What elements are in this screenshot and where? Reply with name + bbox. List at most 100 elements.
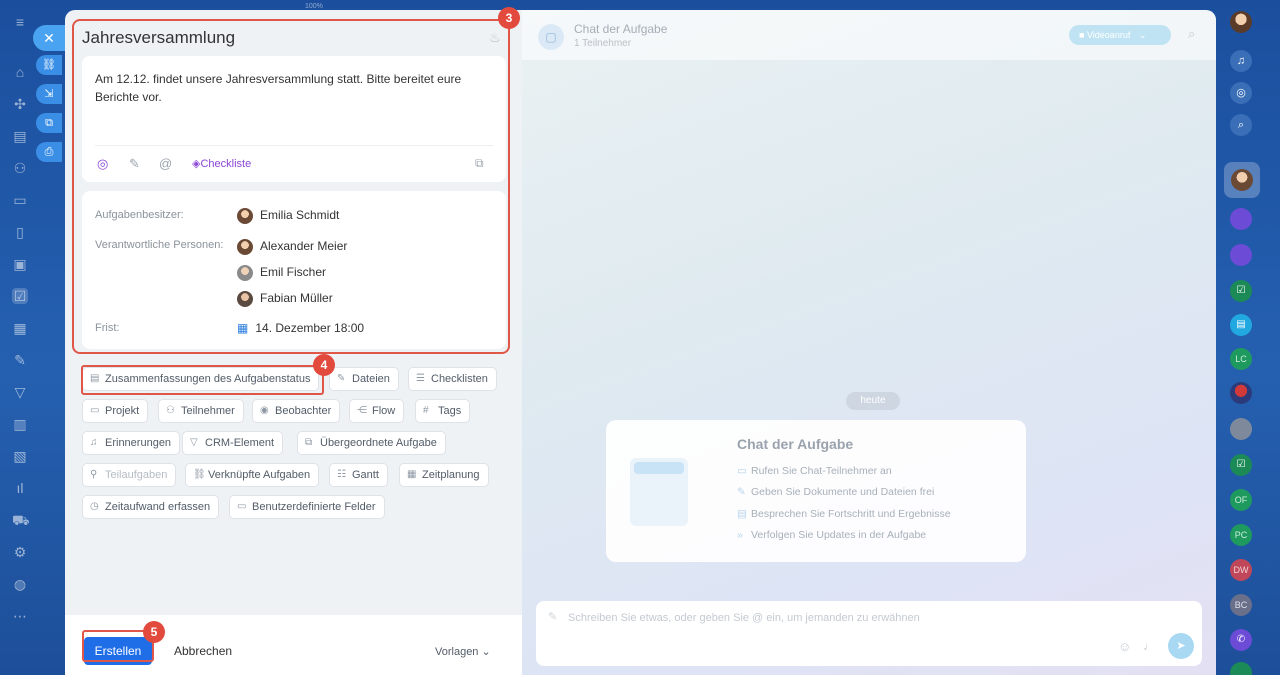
chip-reminders[interactable]: ♫ Erinnerungen — [82, 431, 181, 455]
chat-task-avatar[interactable]: ☑ — [1230, 280, 1252, 302]
info-item: ✎ Geben Sie Dokumente und Dateien frei — [737, 486, 934, 498]
chat-copilot-avatar[interactable] — [1230, 244, 1252, 266]
chip-files[interactable]: ✎ Dateien — [329, 367, 399, 391]
filter-icon[interactable]: ▽ — [12, 384, 28, 400]
message-composer: ✎ Schreiben Sie etwas, oder geben Sie @ … — [536, 601, 1202, 666]
parent-task-icon: ⧉ — [305, 437, 313, 448]
eye-icon: ◉ — [260, 405, 269, 416]
chat-of-avatar[interactable]: OF — [1230, 489, 1252, 511]
external-link-icon: ⧉ — [45, 117, 53, 129]
cart-icon[interactable]: ⛟ — [12, 512, 30, 528]
video-call-button[interactable]: ■ Videoanruf ⌄ — [1069, 25, 1171, 45]
chat-copilot-avatar[interactable] — [1230, 208, 1252, 230]
chat-info-title: Chat der Aufgabe — [737, 436, 854, 452]
print-icon: ⎙ — [44, 146, 54, 158]
chip-time-tracking[interactable]: ◷ Zeitaufwand erfassen — [82, 495, 220, 519]
message-input[interactable]: Schreiben Sie etwas, oder geben Sie @ ei… — [568, 612, 920, 624]
inbox-icon[interactable]: ▭ — [12, 192, 28, 208]
file-icon[interactable]: ▯ — [12, 224, 28, 240]
chip-gantt[interactable]: ☷ Gantt — [329, 463, 388, 487]
menu-icon[interactable]: ≡ — [12, 14, 28, 30]
chat-task-avatar[interactable]: ☑ — [1230, 454, 1252, 476]
chip-scheduling[interactable]: ▦ Zeitplanung — [399, 463, 489, 487]
pen-icon[interactable]: ✎ — [12, 352, 28, 368]
minimize-button[interactable]: ⇲ — [36, 84, 62, 104]
chip-observers[interactable]: ◉ Beobachter — [252, 399, 341, 423]
step-badge: 4 — [313, 354, 335, 376]
copilot-icon[interactable]: ◎ — [1230, 82, 1252, 104]
attach-icon[interactable]: ✎ — [548, 610, 557, 623]
settings-icon[interactable]: ⚙ — [12, 544, 28, 560]
emoji-icon[interactable]: ☺ — [1118, 639, 1131, 654]
document-icon[interactable]: ▤ — [12, 128, 28, 144]
home-icon[interactable]: ⌂ — [12, 64, 28, 80]
crm-icon: ▽ — [190, 437, 198, 448]
chip-label: Projekt — [105, 405, 140, 417]
chat-dw-avatar[interactable]: DW — [1230, 559, 1252, 581]
flow-icon: ⋲ — [357, 405, 367, 416]
calendar-icon[interactable]: ▦ — [12, 320, 28, 336]
tasks-icon[interactable]: ☑ — [12, 288, 28, 304]
video-call-label: Videoanruf — [1086, 30, 1131, 40]
current-chat-avatar[interactable] — [1224, 162, 1260, 198]
info-item: ▭ Rufen Sie Chat-Teilnehmer an — [737, 465, 892, 477]
chat-pc-avatar[interactable]: PC — [1230, 524, 1252, 546]
templates-dropdown[interactable]: Vorlagen ⌄ — [435, 645, 491, 658]
phone-icon[interactable]: ✆ — [1230, 629, 1252, 651]
folder-icon: ▭ — [90, 405, 100, 416]
chip-linked-tasks[interactable]: ⛓ Verknüpfte Aufgaben — [185, 463, 320, 487]
notifications-icon[interactable]: ♫ — [1230, 50, 1252, 72]
send-button[interactable]: ➤ — [1168, 633, 1194, 659]
chip-label: Teilaufgaben — [105, 469, 168, 481]
search-icon[interactable]: ⌕ — [1188, 26, 1195, 42]
open-new-window-button[interactable]: ⧉ — [36, 113, 62, 133]
analytics-icon[interactable]: ıl — [12, 480, 28, 496]
chat-group-avatar[interactable] — [1230, 418, 1252, 440]
chip-label: Dateien — [352, 373, 390, 385]
chip-label: Übergeordnete Aufgabe — [320, 437, 437, 449]
task-chat-panel: ▢ Chat der Aufgabe 1 Teilnehmer ■ Videoa… — [522, 10, 1216, 675]
globe-icon[interactable]: ◍ — [12, 576, 28, 592]
chat-general-avatar[interactable]: ▤ — [1230, 314, 1252, 336]
side-tools: ⛓ ⇲ ⧉ ⎙ — [36, 55, 64, 171]
highlight-frame-summaries — [81, 365, 324, 395]
chip-participants[interactable]: ⚇ Teilnehmer — [158, 399, 244, 423]
hash-icon: # — [423, 405, 429, 416]
contacts-icon[interactable]: ⚇ — [12, 160, 28, 176]
chat-person-avatar[interactable] — [1230, 382, 1252, 404]
info-item: » Verfolgen Sie Updates in der Aufgabe — [737, 529, 926, 541]
chip-subtasks[interactable]: ⚲ Teilaufgaben — [82, 463, 177, 487]
chip-label: Flow — [372, 405, 396, 417]
puzzle-icon[interactable]: ✣ — [12, 96, 28, 112]
bell-icon: ♫ — [90, 437, 98, 448]
chip-crm[interactable]: ▽ CRM-Element — [182, 431, 284, 455]
more-icon[interactable]: ⋯ — [12, 608, 28, 624]
chip-tags[interactable]: # Tags — [415, 399, 471, 423]
chip-flow[interactable]: ⋲ Flow — [349, 399, 405, 423]
link-icon: ⛓ — [193, 469, 206, 480]
chat-bc-avatar[interactable]: BC — [1230, 594, 1252, 616]
chip-custom-fields[interactable]: ▭ Benutzerdefinierte Felder — [229, 495, 385, 519]
layers-icon[interactable]: ▧ — [12, 448, 28, 464]
print-button[interactable]: ⎙ — [36, 142, 62, 162]
info-item-text: Besprechen Sie Fortschritt und Ergebniss… — [751, 508, 951, 520]
zoom-indicator: 100% — [305, 3, 323, 10]
chip-checklists[interactable]: ☰ Checklisten — [408, 367, 497, 391]
avatar — [1231, 169, 1253, 191]
chat-lc-avatar[interactable]: LC — [1230, 348, 1252, 370]
close-slider-button[interactable]: ✕ — [33, 25, 65, 51]
camera-icon: ■ — [1079, 30, 1085, 40]
chip-project[interactable]: ▭ Projekt — [82, 399, 149, 423]
presentation-icon[interactable]: ▣ — [12, 256, 28, 272]
cancel-button[interactable]: Abbrechen — [174, 644, 232, 658]
chat-participants[interactable]: 1 Teilnehmer — [574, 38, 631, 49]
chip-parent-task[interactable]: ⧉ Übergeordnete Aufgabe — [297, 431, 446, 455]
chat-extra-avatar[interactable] — [1230, 662, 1252, 675]
left-nav-rail: ≡ ⌂ ✣ ▤ ⚇ ▭ ▯ ▣ ☑ ▦ ✎ ▽ ▥ ▧ ıl ⛟ ⚙ ◍ ⋯ — [0, 0, 40, 675]
copy-link-button[interactable]: ⛓ — [36, 55, 62, 75]
archive-icon[interactable]: ▥ — [12, 416, 28, 432]
user-avatar[interactable] — [1230, 11, 1252, 33]
search-chats-icon[interactable]: ⌕ — [1230, 114, 1252, 136]
microphone-icon[interactable]: ♩ — [1143, 639, 1155, 653]
chip-label: Gantt — [352, 469, 379, 481]
